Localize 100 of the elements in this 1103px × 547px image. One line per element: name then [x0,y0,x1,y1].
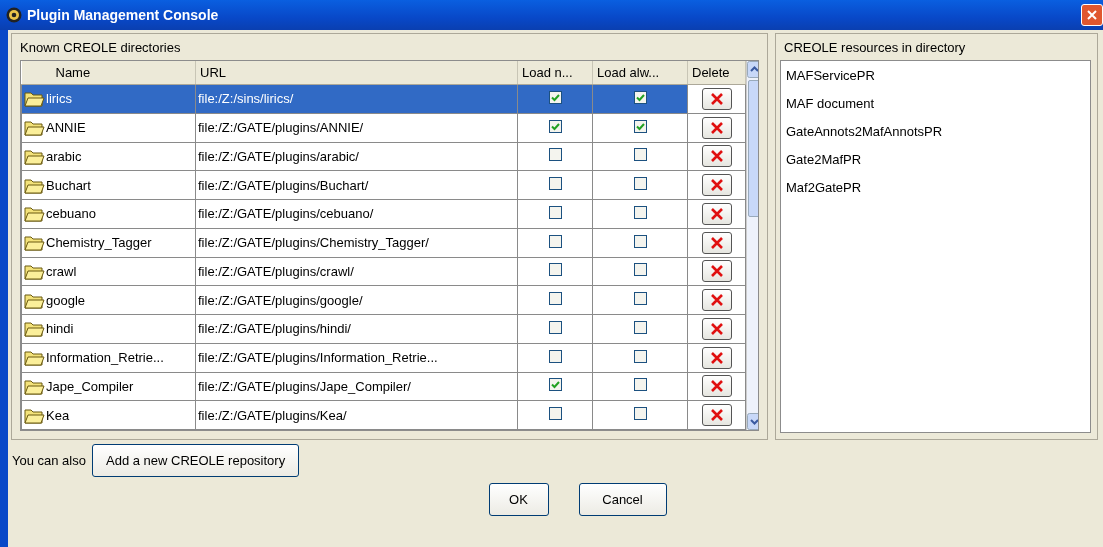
scroll-up-icon [747,61,758,78]
column-header[interactable]: Load alw... [592,61,688,85]
app-logo-icon [6,7,22,23]
ok-button[interactable]: OK [488,483,549,516]
checkbox[interactable] [548,119,562,133]
url-cell: file:/Z:/GATE/plugins/google/ [195,285,518,315]
close-button[interactable] [1081,4,1103,26]
delete-icon [708,234,725,251]
checkbox[interactable] [633,119,647,133]
name-cell[interactable]: Jape_Compiler [21,372,196,401]
resource-item[interactable]: Gate2MafPR [781,150,1090,178]
checkbox[interactable] [633,378,647,392]
delete-button[interactable] [701,231,732,254]
delete-button[interactable] [701,202,732,225]
url-cell: file:/Z:/GATE/plugins/ANNIE/ [195,113,518,142]
url-cell: file:/Z:/GATE/plugins/Chemistry_Tagger/ [195,228,518,257]
url-cell: file:/Z:/GATE/plugins/Kea/ [195,400,518,430]
window-title: Plugin Management Console [27,7,219,23]
checkbox[interactable] [548,263,562,277]
name-cell[interactable]: hindi [21,314,196,344]
column-header[interactable]: URL [195,61,518,85]
delete-icon [708,349,725,366]
checkbox[interactable] [633,349,647,363]
add-repository-button[interactable]: Add a new CREOLE repository [92,444,300,477]
resource-item[interactable]: MAF document [781,94,1090,122]
checkbox[interactable] [633,320,647,334]
folder-icon [24,176,45,194]
folder-icon [24,147,45,165]
checkbox[interactable] [633,407,647,421]
checkbox[interactable] [548,90,562,104]
delete-button[interactable] [701,116,732,139]
checkbox[interactable] [633,205,647,219]
name-cell[interactable]: arabic [21,142,196,171]
url-cell: file:/Z:/GATE/plugins/hindi/ [195,314,518,344]
delete-icon [708,90,725,107]
checkbox[interactable] [548,292,562,306]
delete-button[interactable] [701,404,732,427]
delete-button[interactable] [701,375,732,398]
folder-icon [24,320,45,338]
delete-button[interactable] [701,289,732,312]
name-cell[interactable]: crawl [21,257,196,286]
delete-icon [708,205,725,222]
footer-label: You can also [12,453,86,468]
name-cell[interactable]: Chemistry_Tagger [21,228,196,257]
name-cell[interactable]: Buchart [21,170,196,200]
checkbox[interactable] [548,407,562,421]
url-cell: file:/Z:/sins/lirics/ [195,84,518,114]
url-cell: file:/Z:/GATE/plugins/Buchart/ [195,170,518,200]
url-cell: file:/Z:/GATE/plugins/Jape_Compiler/ [195,372,518,401]
url-cell: file:/Z:/GATE/plugins/crawl/ [195,257,518,286]
name-cell[interactable]: Kea [21,400,196,430]
delete-icon [708,119,725,136]
delete-button[interactable] [701,260,732,283]
name-cell[interactable]: google [21,285,196,315]
delete-button[interactable] [701,346,732,369]
name-cell[interactable]: ANNIE [21,113,196,142]
delete-icon [708,320,725,337]
name-cell[interactable]: cebuano [21,199,196,229]
url-cell: file:/Z:/GATE/plugins/arabic/ [195,142,518,171]
checkbox[interactable] [548,378,562,392]
delete-button[interactable] [701,317,732,340]
folder-icon [24,377,45,395]
delete-button[interactable] [701,174,732,197]
folder-icon [24,234,45,252]
checkbox[interactable] [633,148,647,162]
folder-icon [24,406,45,424]
checkbox[interactable] [633,177,647,191]
name-cell[interactable]: lirics [21,84,196,114]
resource-item[interactable]: MAFServicePR [781,66,1090,94]
resource-item[interactable]: GateAnnots2MafAnnotsPR [781,122,1090,150]
checkbox[interactable] [548,234,562,248]
checkbox[interactable] [548,177,562,191]
url-cell: file:/Z:/GATE/plugins/cebuano/ [195,199,518,229]
url-cell: file:/Z:/GATE/plugins/Information_Retrie... [195,343,518,372]
folder-icon [24,262,45,280]
column-header[interactable]: Name [21,61,196,85]
checkbox[interactable] [548,205,562,219]
checkbox[interactable] [548,148,562,162]
scrollbar[interactable] [746,61,758,430]
delete-button[interactable] [701,145,732,168]
column-header[interactable]: Delete [687,61,746,85]
folder-icon [24,349,45,367]
folder-icon [24,90,45,108]
close-icon [1085,8,1099,22]
checkbox[interactable] [548,349,562,363]
resource-item[interactable]: Maf2GatePR [781,178,1090,206]
name-cell[interactable]: Information_Retrie... [21,343,196,372]
checkbox[interactable] [633,292,647,306]
scroll-down-icon [747,413,758,430]
folder-icon [24,291,45,309]
checkbox[interactable] [633,234,647,248]
delete-button[interactable] [701,87,732,110]
checkbox[interactable] [633,263,647,277]
panel-title: CREOLE resources in directory [783,38,967,57]
checkbox[interactable] [633,90,647,104]
column-header[interactable]: Load n... [517,61,593,85]
checkbox[interactable] [548,320,562,334]
folder-icon [24,119,45,137]
cancel-button[interactable]: Cancel [578,483,667,516]
folder-icon [24,205,45,223]
